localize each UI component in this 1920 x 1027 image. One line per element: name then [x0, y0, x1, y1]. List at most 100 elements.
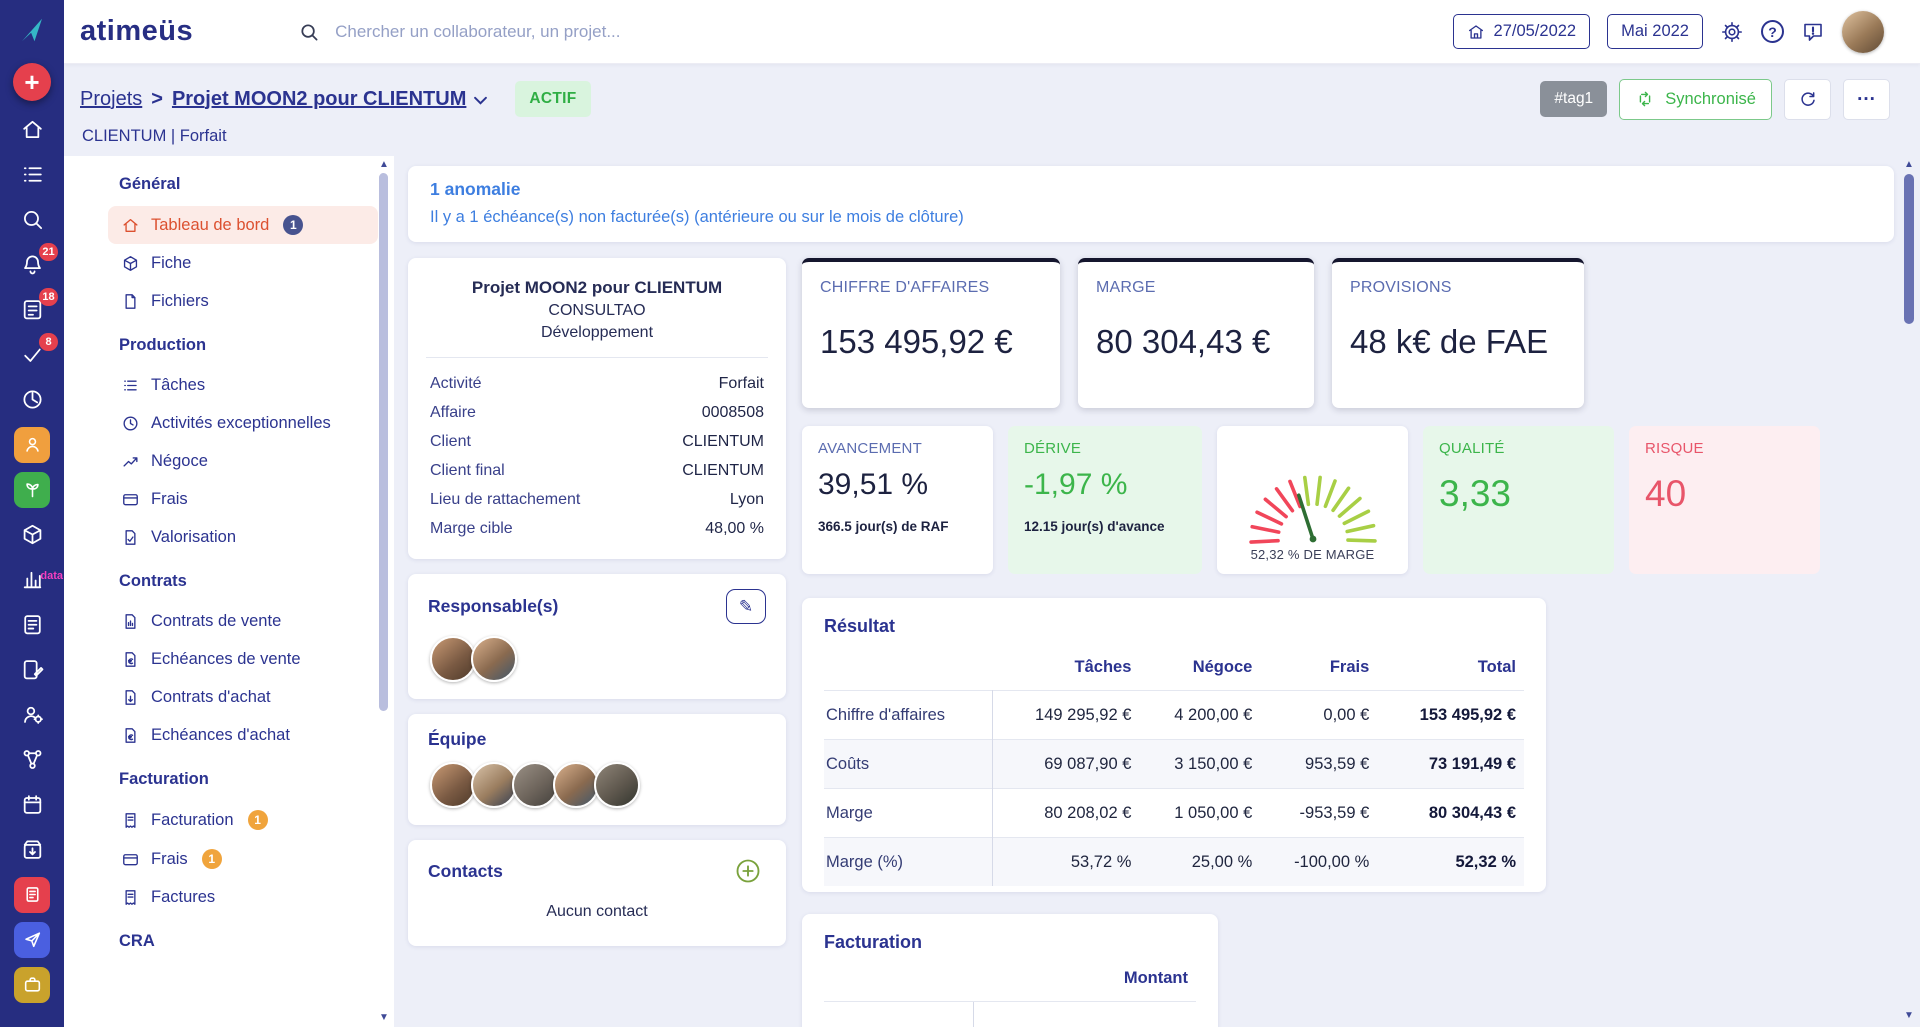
report-app-icon[interactable] [0, 872, 64, 917]
analytics-icon[interactable]: data [0, 557, 64, 602]
invoice-icon [121, 811, 140, 830]
settings-gear-icon[interactable] [1720, 20, 1744, 44]
package-icon[interactable] [0, 512, 64, 557]
todo-badge: 18 [39, 288, 58, 306]
kpi-avancement: AVANCEMENT 39,51 % 366.5 jour(s) de RAF [802, 426, 993, 574]
project-title-dropdown[interactable]: Projet MOON2 pour CLIENTUM [172, 88, 488, 111]
scroll-up-icon[interactable]: ▲ [1904, 160, 1914, 170]
subnav-item-tableau-de-bord[interactable]: Tableau de bord 1 [108, 206, 378, 244]
avatar[interactable] [553, 762, 599, 808]
subnav-item-label: Fichiers [151, 292, 209, 310]
divider [426, 357, 768, 358]
validations-icon[interactable]: 8 [0, 332, 64, 377]
subnav-section-facturation: Facturation [119, 770, 209, 788]
dashboard-main: 1 anomalie Il y a 1 échéance(s) non fact… [394, 156, 1920, 1027]
subnav-item-contrats-de-vente[interactable]: Contrats de vente [108, 603, 378, 640]
work-app-icon[interactable] [0, 962, 64, 1007]
facturation-title: Facturation [824, 932, 923, 952]
subnav-item-factures[interactable]: Factures [108, 879, 378, 916]
breadcrumb-projects-link[interactable]: Projets [80, 88, 142, 111]
subnav-item-taches[interactable]: Tâches [108, 367, 378, 404]
home-icon[interactable] [0, 107, 64, 152]
subnav-item-fiche[interactable]: Fiche [108, 245, 378, 282]
notifications-icon[interactable]: 21 [0, 242, 64, 287]
tag-badge[interactable]: #tag1 [1540, 81, 1608, 117]
kpi-subtext: 12.15 jour(s) d'avance [1024, 519, 1165, 534]
modules-icon[interactable] [0, 152, 64, 197]
subnav-item-frais-facturation[interactable]: Frais 1 [108, 840, 378, 878]
global-search[interactable] [298, 21, 776, 43]
subnav-item-contrats-achat[interactable]: Contrats d'achat [108, 679, 378, 716]
avatar[interactable] [471, 636, 517, 682]
news-icon[interactable] [0, 602, 64, 647]
kpi-marge: MARGE 80 304,43 € [1078, 258, 1314, 408]
scroll-down-icon[interactable]: ▼ [1904, 1011, 1914, 1021]
sync-button[interactable]: Synchronisé [1619, 78, 1772, 120]
brand-name[interactable]: atimeüs [80, 15, 193, 48]
avatar[interactable] [594, 762, 640, 808]
avatar[interactable] [512, 762, 558, 808]
user-settings-icon[interactable] [0, 692, 64, 737]
kpi-value: 48 k€ de FAE [1350, 323, 1549, 360]
search-input[interactable] [335, 21, 776, 42]
brand-logo[interactable] [17, 0, 47, 60]
facturation-column-header: Montant [824, 953, 1196, 1002]
kpi-label: DÉRIVE [1024, 440, 1082, 457]
create-button[interactable]: + [13, 63, 51, 101]
responsables-avatars [428, 636, 766, 682]
people-icon[interactable] [0, 422, 64, 467]
contacts-card: Contacts Aucun contact [408, 840, 786, 946]
org-icon[interactable] [0, 737, 64, 782]
equipe-card: Équipe [408, 714, 786, 825]
subnav-item-fichiers[interactable]: Fichiers [108, 283, 378, 320]
breadcrumb-separator: > [151, 87, 163, 110]
scroll-down-icon[interactable]: ▼ [379, 1013, 389, 1023]
file-icon [121, 292, 140, 311]
subnav-item-label: Echéances de vente [151, 650, 301, 668]
todo-icon[interactable]: 18 [0, 287, 64, 332]
subnav-item-activites-exceptionnelles[interactable]: Activités exceptionnelles [108, 405, 378, 442]
avatar[interactable] [471, 762, 517, 808]
send-app-icon[interactable] [0, 917, 64, 962]
more-button[interactable]: ... [1843, 78, 1890, 120]
help-icon[interactable]: ? [1761, 20, 1784, 43]
avatar[interactable] [430, 636, 476, 682]
archive-icon[interactable] [0, 827, 64, 872]
contacts-empty-text: Aucun contact [546, 903, 648, 920]
anomaly-alert[interactable]: 1 anomalie Il y a 1 échéance(s) non fact… [408, 166, 1894, 242]
plant-icon[interactable] [0, 467, 64, 512]
subnav-scrollbar[interactable]: ▲ ▼ [378, 158, 390, 1025]
edit-doc-icon[interactable] [0, 647, 64, 692]
closing-date-button[interactable]: 27/05/2022 [1452, 14, 1591, 49]
subnav-item-valorisation[interactable]: Valorisation [108, 519, 378, 556]
table-row: Marge (%) 53,72 % 25,00 % -100,00 % 52,3… [824, 837, 1524, 886]
refresh-button[interactable] [1784, 78, 1831, 120]
feedback-icon[interactable] [1801, 20, 1825, 44]
kpi-row-secondary: AVANCEMENT 39,51 % 366.5 jour(s) de RAF … [802, 426, 1894, 574]
subnav-item-frais[interactable]: Frais [108, 481, 378, 518]
subnav-item-facturation[interactable]: Facturation 1 [108, 801, 378, 839]
month-selector[interactable]: Mai 2022 [1607, 14, 1703, 49]
time-icon[interactable] [0, 377, 64, 422]
edit-responsables-button[interactable]: ✎ [726, 589, 766, 624]
kpi-derive: DÉRIVE -1,97 % 12.15 jour(s) d'avance [1008, 426, 1202, 574]
user-avatar[interactable] [1842, 10, 1884, 53]
subnav-item-negoce[interactable]: Négoce [108, 443, 378, 480]
avatar[interactable] [430, 762, 476, 808]
add-contact-button[interactable] [734, 855, 766, 887]
logo-icon [22, 18, 42, 42]
plus-circle-icon [736, 859, 760, 883]
search-icon[interactable] [0, 197, 64, 242]
scrollbar-thumb[interactable] [379, 173, 388, 711]
info-field-activite: Activité Forfait [430, 374, 764, 392]
cube-icon [121, 254, 140, 273]
calendar-icon[interactable] [0, 782, 64, 827]
subnav-item-echeances-achat[interactable]: Echéances d'achat [108, 717, 378, 754]
table-row: Marge 80 208,02 € 1 050,00 € -953,59 € 8… [824, 788, 1524, 838]
main-scrollbar[interactable]: ▲ ▼ [1903, 158, 1916, 1023]
kpi-label: AVANCEMENT [818, 440, 922, 457]
scrollbar-thumb[interactable] [1904, 174, 1914, 324]
subnav-item-echeances-de-vente[interactable]: Echéances de vente [108, 641, 378, 678]
column-header: Total [1477, 658, 1516, 676]
scroll-up-icon[interactable]: ▲ [379, 160, 389, 170]
